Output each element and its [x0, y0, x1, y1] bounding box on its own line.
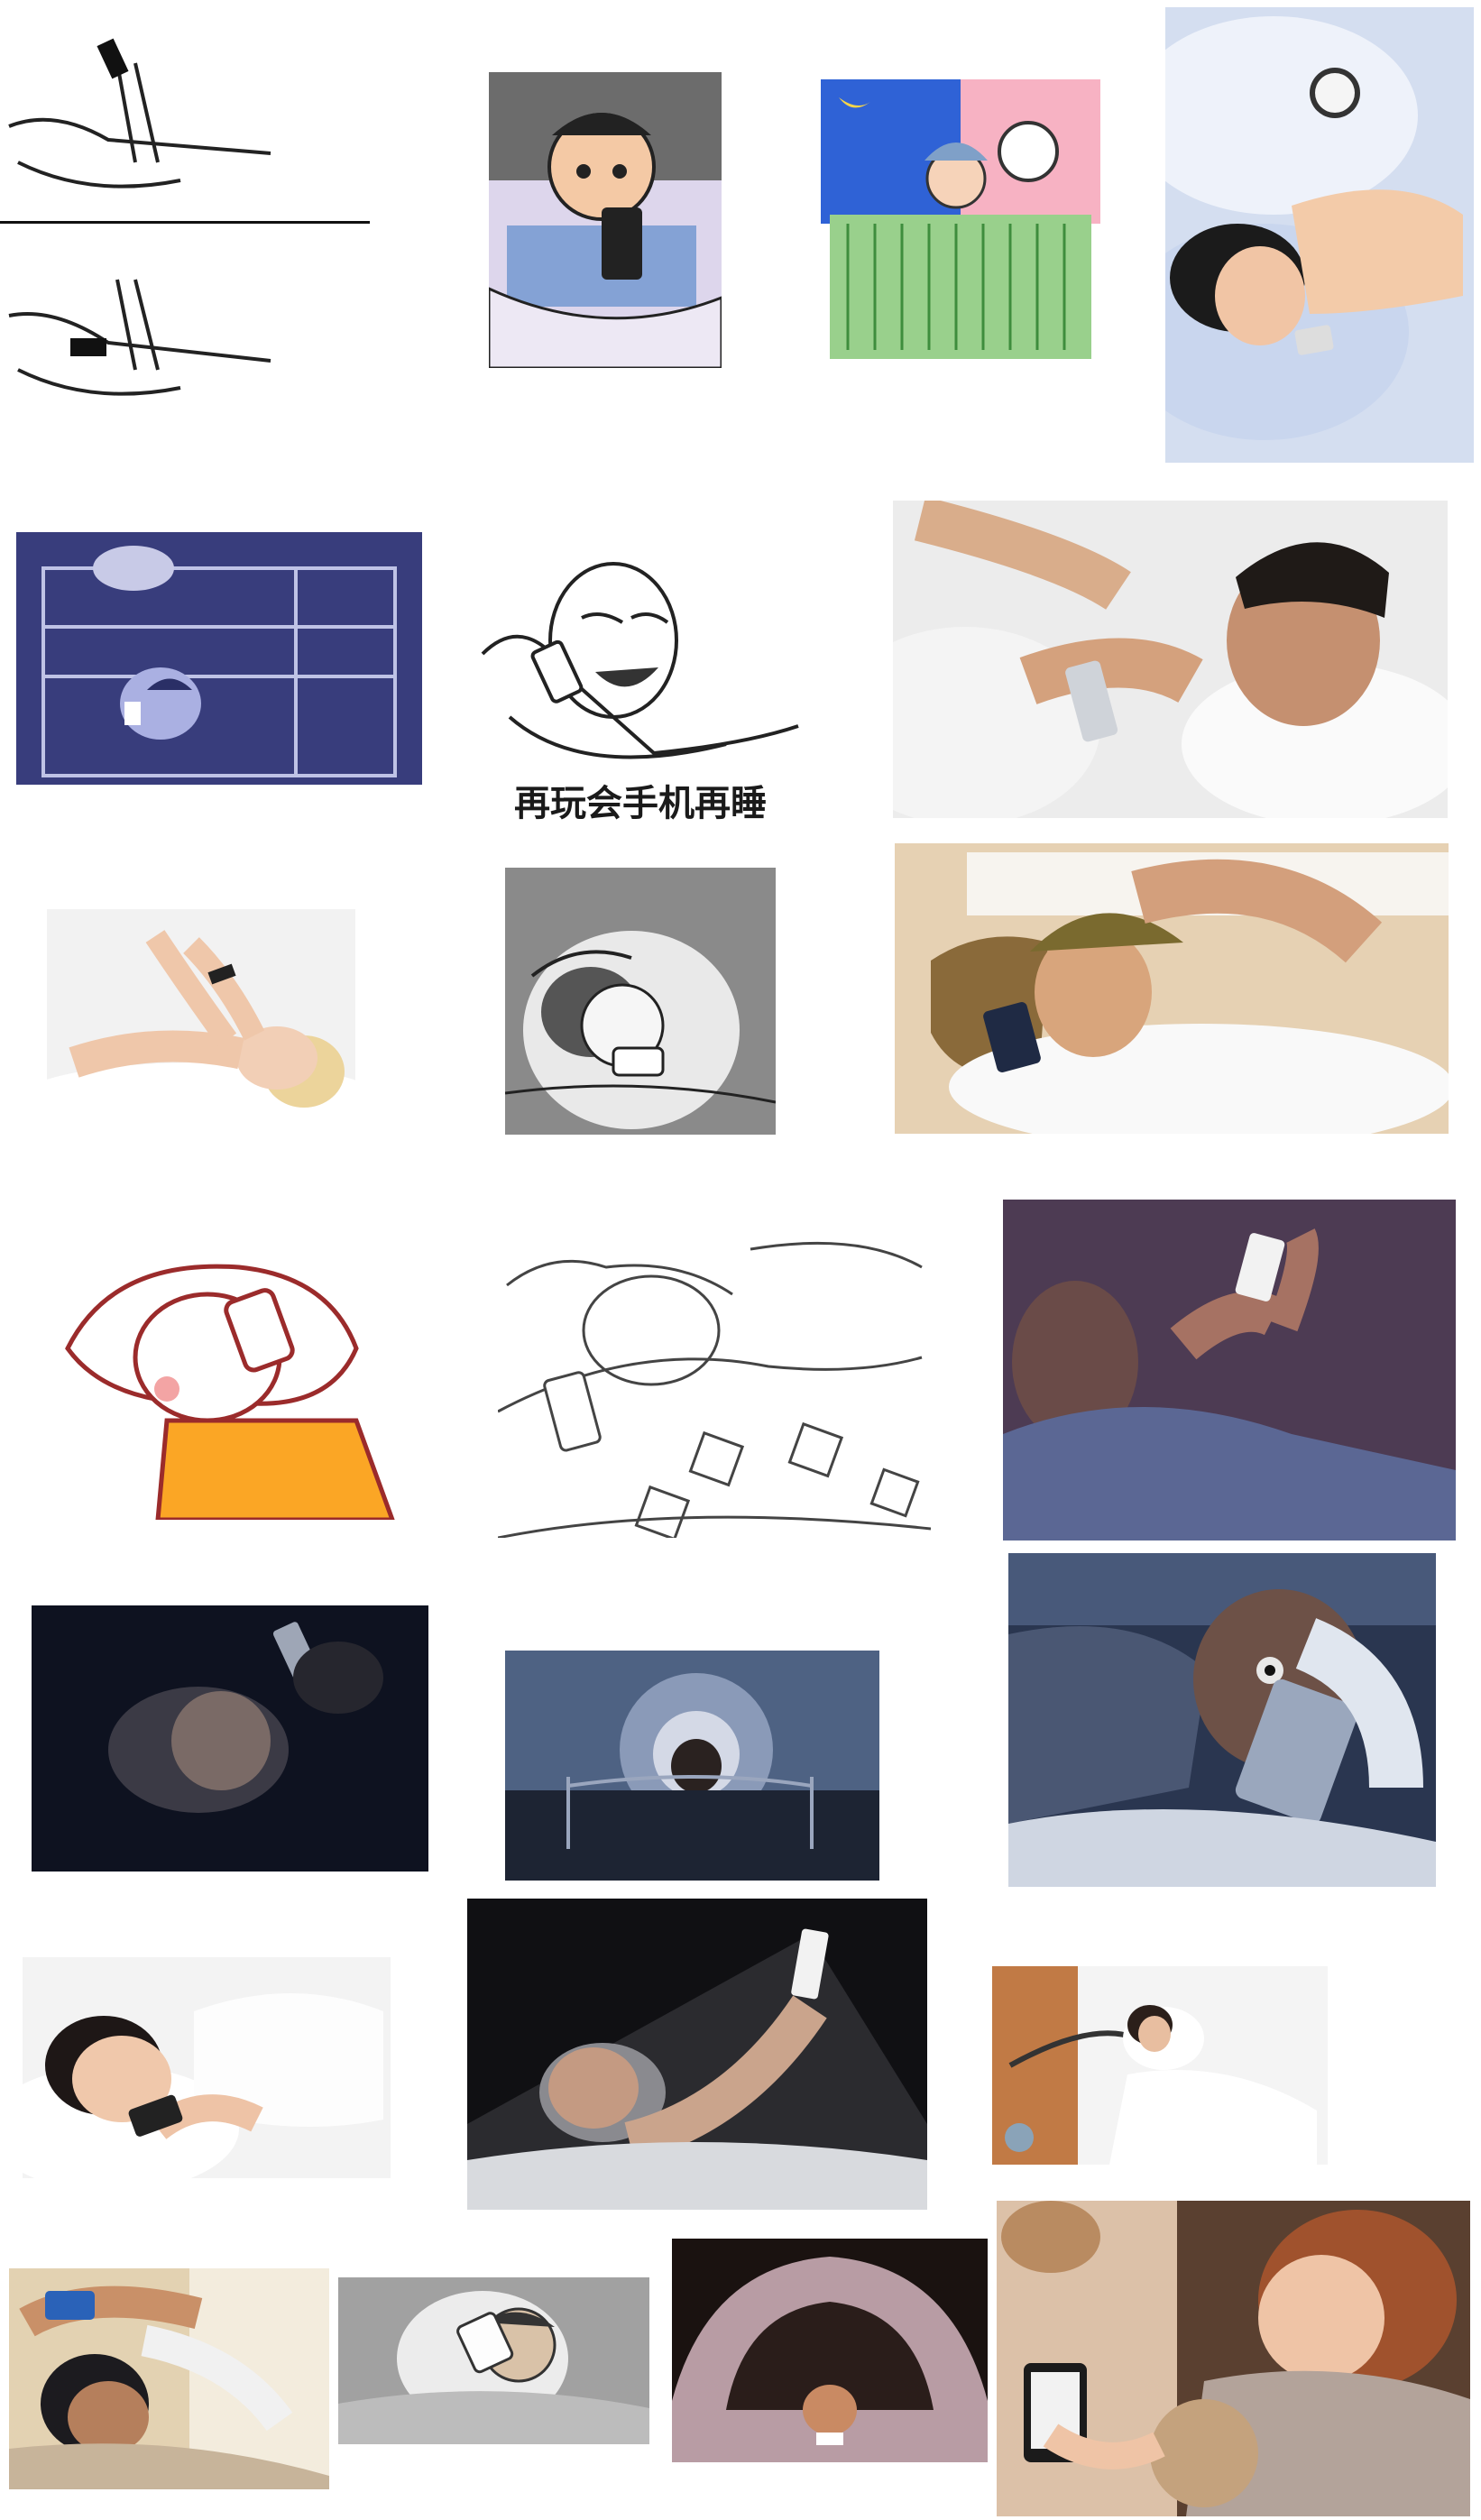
man-phone-purple-illustration	[1003, 1200, 1456, 1541]
tile-photo-woman-phone-smile	[23, 1957, 391, 2178]
dark-bed-phone-glow-photo	[505, 1651, 879, 1881]
tile-sketch-girl-phone-glow	[505, 868, 776, 1135]
cartoon-man-phone-gray-illustration	[338, 2277, 649, 2444]
tile-cartoon-child-phone-night	[821, 79, 1100, 359]
tile-photo-woman-phone-teddy	[997, 2201, 1470, 2516]
tile-cartoon-man-phone-in-bed	[489, 72, 722, 368]
sketch-divider	[0, 221, 370, 224]
sketch-hand-dropping-phone-illustration	[8, 38, 271, 396]
blonde-woman-phone-photo	[47, 909, 355, 1112]
tile-cartoon-cat-phone	[59, 1231, 401, 1520]
tile-photo-woman-phone-holder	[992, 1966, 1328, 2165]
tile-cartoon-bunk-bed-phones	[16, 532, 422, 785]
cat-phone-illustration	[65, 1264, 395, 1520]
tile-sketch-hand-dropping-phone	[0, 18, 370, 442]
tile-photo-man-phone-light-beam	[467, 1899, 927, 2210]
tile-photo-woman-phone-pillow	[895, 843, 1449, 1134]
cartoon-child-phone-illustration	[821, 79, 1100, 359]
tile-photo-woman-phone-alarm-clock	[1165, 7, 1474, 463]
tile-photo-under-blanket-phone	[672, 2239, 988, 2462]
tile-sketch-under-covers-phone	[498, 1231, 931, 1538]
meme-caption: 再玩会手机再睡	[514, 783, 767, 824]
tile-photo-dark-man-phone	[32, 1605, 428, 1872]
tile-photo-blonde-woman-phone	[47, 909, 355, 1112]
woman-phone-teddy-photo	[997, 2201, 1470, 2516]
girl-phone-glow-illustration	[505, 868, 776, 1135]
man-phone-hands-up-photo	[9, 2268, 329, 2489]
tile-photo-man-phone-white-bed	[893, 501, 1448, 818]
tile-cartoon-man-phone-gray	[338, 2277, 649, 2444]
dark-man-phone-photo	[32, 1605, 428, 1872]
tile-photo-bald-man-phone-shocked	[1008, 1553, 1436, 1887]
tile-meme-face-phone: 再玩会手机再睡	[474, 505, 807, 830]
man-phone-light-beam-photo	[467, 1899, 927, 2210]
woman-phone-smile-photo	[23, 1957, 391, 2178]
under-blanket-phone-photo	[672, 2239, 988, 2462]
man-phone-white-bed-photo	[893, 501, 1448, 818]
under-covers-phone-illustration	[498, 1241, 931, 1538]
woman-phone-pillow-photo	[895, 843, 1449, 1134]
tile-photo-dark-bed-phone-glow	[505, 1651, 879, 1881]
woman-phone-holder-photo	[992, 1966, 1328, 2165]
bunk-bed-phones-illustration	[16, 532, 422, 785]
tile-photo-man-phone-hands-up	[9, 2268, 329, 2489]
cartoon-man-phone-illustration	[489, 72, 722, 368]
tile-illustration-man-phone-purple	[1003, 1200, 1456, 1541]
bald-man-phone-shocked-photo	[1008, 1553, 1436, 1887]
woman-phone-alarm-clock-photo	[1165, 7, 1474, 463]
